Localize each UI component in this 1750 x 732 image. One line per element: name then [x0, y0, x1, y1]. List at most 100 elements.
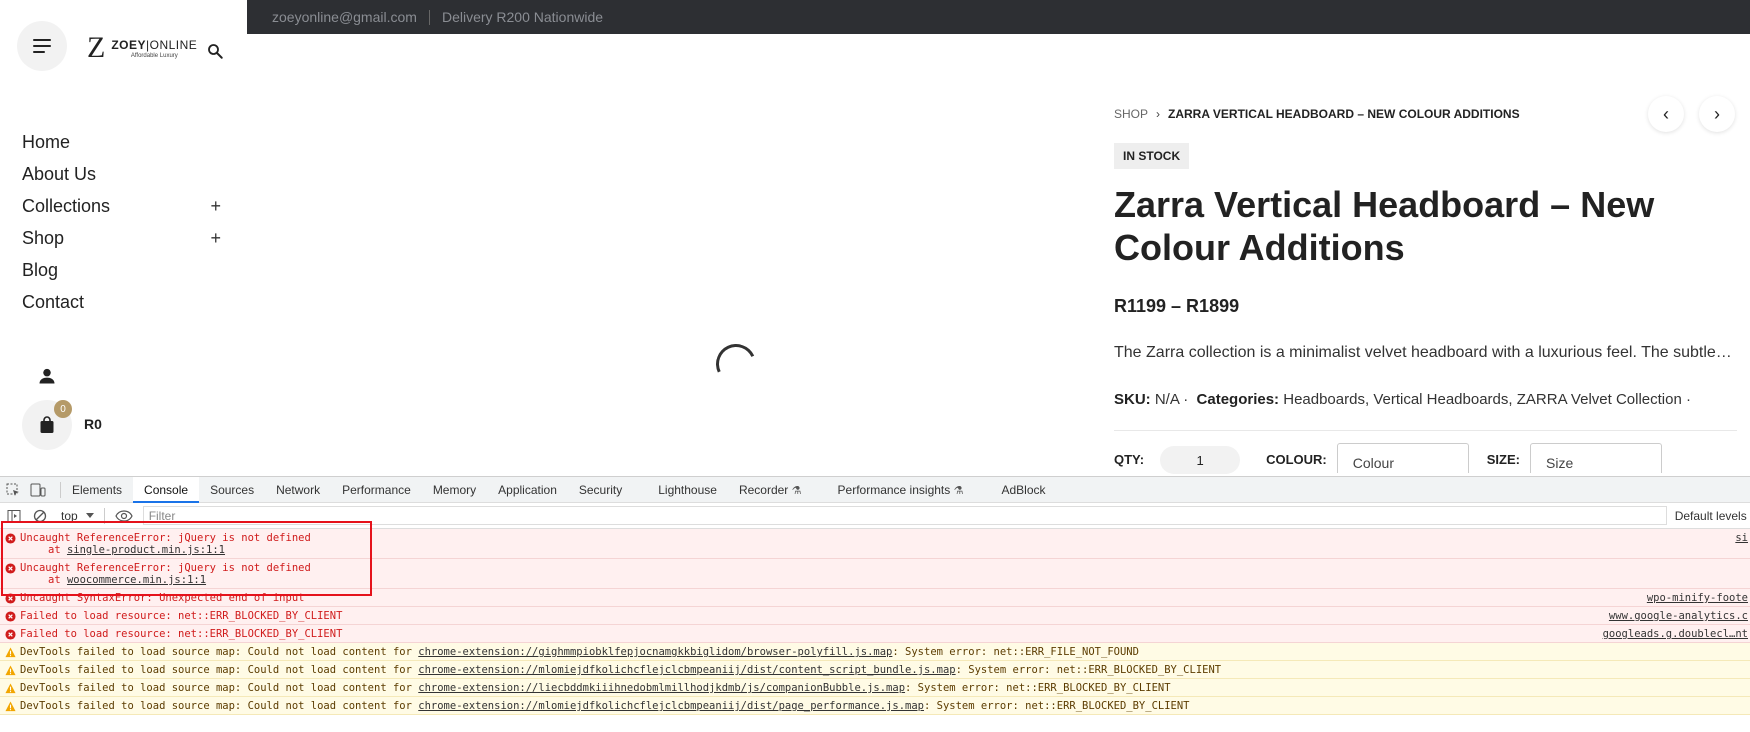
- error-icon: [5, 533, 16, 544]
- clear-console-icon[interactable]: [33, 509, 47, 523]
- tab-elements[interactable]: Elements: [61, 477, 133, 503]
- error-icon: [5, 563, 16, 574]
- divider: [1114, 430, 1737, 431]
- console-message: Uncaught ReferenceError: jQuery is not d…: [0, 529, 1750, 559]
- live-expression-eye-icon[interactable]: [115, 509, 133, 523]
- nav-item-contact[interactable]: Contact: [22, 286, 227, 318]
- devtools-tab-bar: Elements Console Sources Network Perform…: [0, 476, 1750, 503]
- tab-memory[interactable]: Memory: [422, 477, 487, 503]
- tab-lighthouse[interactable]: Lighthouse: [647, 477, 728, 503]
- sku-value: N/A: [1154, 391, 1180, 408]
- source-map-link[interactable]: chrome-extension://liecbddmkiiihnedobmlm…: [418, 682, 905, 694]
- expand-icon[interactable]: +: [210, 196, 221, 217]
- search-icon[interactable]: [206, 42, 224, 60]
- source-link[interactable]: si: [1735, 532, 1748, 544]
- tab-network[interactable]: Network: [265, 477, 331, 503]
- divider: [428, 9, 430, 25]
- category-link-vertical-headboards[interactable]: Vertical Headboards: [1373, 391, 1508, 408]
- console-filter-input[interactable]: Filter: [142, 506, 1667, 525]
- hamburger-menu-button[interactable]: [17, 21, 67, 71]
- breadcrumb-shop[interactable]: SHOP: [1114, 107, 1148, 121]
- chevron-left-icon: ‹: [1663, 103, 1669, 124]
- product-options: QTY: 1 COLOUR: Colour SIZE: Size: [1114, 443, 1662, 474]
- contact-email[interactable]: zoeyonline@gmail.com: [272, 9, 417, 25]
- dropdown-arrow-icon: [85, 513, 94, 518]
- error-icon: [5, 611, 16, 622]
- user-account-icon[interactable]: [37, 366, 57, 386]
- stack-link[interactable]: woocommerce.min.js:1:1: [67, 574, 206, 586]
- menu-line: [33, 45, 51, 47]
- size-label: SIZE:: [1486, 452, 1520, 467]
- warning-icon: [5, 683, 16, 694]
- tab-performance-insights[interactable]: Performance insights ⚗: [827, 477, 975, 503]
- size-select[interactable]: Size: [1530, 443, 1662, 473]
- stock-status-badge: IN STOCK: [1114, 143, 1190, 169]
- nav-item-about-us[interactable]: About Us: [22, 158, 227, 190]
- site-logo[interactable]: Z ZOEY|ONLINE Affordable Luxury: [87, 33, 197, 63]
- colour-select[interactable]: Colour: [1336, 443, 1469, 473]
- tab-performance[interactable]: Performance: [331, 477, 422, 503]
- logo-mark: Z: [87, 31, 106, 64]
- source-link[interactable]: www.google-analytics.c: [1609, 610, 1748, 622]
- console-toolbar: top Filter Default levels: [0, 503, 1750, 529]
- next-product-button[interactable]: ›: [1699, 96, 1735, 132]
- loading-spinner: [710, 338, 762, 390]
- main-navigation: Home About Us Collections + Shop + Blog Co…: [22, 126, 227, 318]
- expand-icon[interactable]: +: [210, 228, 221, 249]
- category-link-headboards[interactable]: Headboards: [1283, 391, 1365, 408]
- console-message: Uncaught SyntaxError: Unexpected end of …: [0, 589, 1750, 607]
- flask-icon: ⚗: [953, 484, 964, 497]
- console-warning: DevTools failed to load source map: Coul…: [0, 697, 1750, 715]
- top-bar: zoeyonline@gmail.com Delivery R200 Natio…: [247, 0, 1750, 34]
- breadcrumb: SHOP › ZARRA VERTICAL HEADBOARD – NEW CO…: [1114, 107, 1520, 121]
- menu-line: [33, 51, 45, 53]
- delivery-notice: Delivery R200 Nationwide: [441, 9, 604, 25]
- console-warning: DevTools failed to load source map: Coul…: [0, 643, 1750, 661]
- tab-security[interactable]: Security: [568, 477, 633, 503]
- chevron-right-icon: ›: [1156, 107, 1161, 121]
- console-message: Failed to load resource: net::ERR_BLOCKE…: [0, 607, 1750, 625]
- source-map-link[interactable]: chrome-extension://gighmmpiobklfepjocnam…: [418, 646, 892, 658]
- product-price: R1199 – R1899: [1114, 296, 1240, 316]
- console-warning: DevTools failed to load source map: Coul…: [0, 679, 1750, 697]
- previous-product-button[interactable]: ‹: [1648, 96, 1684, 132]
- category-link-zarra-velvet[interactable]: ZARRA Velvet Collection: [1517, 391, 1682, 408]
- product-description: The Zarra collection is a minimalist vel…: [1114, 344, 1734, 361]
- source-link[interactable]: googleads.g.doublecl…nt: [1603, 628, 1748, 640]
- tab-recorder[interactable]: Recorder ⚗: [728, 477, 813, 503]
- source-map-link[interactable]: chrome-extension://mlomiejdfkolichcflejc…: [418, 664, 955, 676]
- categories-label: Categories:: [1196, 391, 1280, 408]
- devtools-panel: Elements Console Sources Network Perform…: [0, 476, 1750, 732]
- chevron-right-icon: ›: [1714, 103, 1720, 124]
- source-map-link[interactable]: chrome-extension://mlomiejdfkolichcflejc…: [418, 700, 924, 712]
- inspect-element-icon[interactable]: [6, 483, 20, 497]
- console-message: Failed to load resource: net::ERR_BLOCKE…: [0, 625, 1750, 643]
- warning-icon: [5, 665, 16, 676]
- source-link[interactable]: wpo-minify-foote: [1647, 592, 1748, 604]
- context-selector[interactable]: top: [61, 507, 105, 524]
- cart-count-badge: 0: [54, 400, 72, 418]
- log-levels-dropdown[interactable]: Default levels: [1675, 509, 1747, 523]
- sidebar-toggle-icon[interactable]: [7, 509, 21, 523]
- product-title: Zarra Vertical Headboard – New Colour Ad…: [1114, 184, 1655, 268]
- nav-item-shop[interactable]: Shop +: [22, 222, 227, 254]
- quantity-input[interactable]: 1: [1160, 446, 1241, 474]
- tab-sources[interactable]: Sources: [199, 477, 265, 503]
- error-icon: [5, 629, 16, 640]
- tab-adblock[interactable]: AdBlock: [990, 477, 1056, 503]
- tab-console[interactable]: Console: [133, 476, 200, 503]
- device-toolbar-icon[interactable]: [30, 483, 46, 497]
- warning-icon: [5, 701, 16, 712]
- tab-application[interactable]: Application: [487, 477, 568, 503]
- product-meta: SKU: N/A · Categories: Headboards, Verti…: [1114, 391, 1691, 408]
- nav-item-blog[interactable]: Blog: [22, 254, 227, 286]
- nav-item-collections[interactable]: Collections +: [22, 190, 227, 222]
- console-message: Uncaught ReferenceError: jQuery is not d…: [0, 559, 1750, 589]
- stack-link[interactable]: single-product.min.js:1:1: [67, 544, 225, 556]
- shopping-bag-icon: [40, 416, 54, 433]
- qty-label: QTY:: [1114, 452, 1145, 467]
- colour-label: COLOUR:: [1266, 452, 1327, 467]
- nav-item-home[interactable]: Home: [22, 126, 227, 158]
- error-icon: [5, 593, 16, 604]
- sku-label: SKU:: [1114, 391, 1151, 408]
